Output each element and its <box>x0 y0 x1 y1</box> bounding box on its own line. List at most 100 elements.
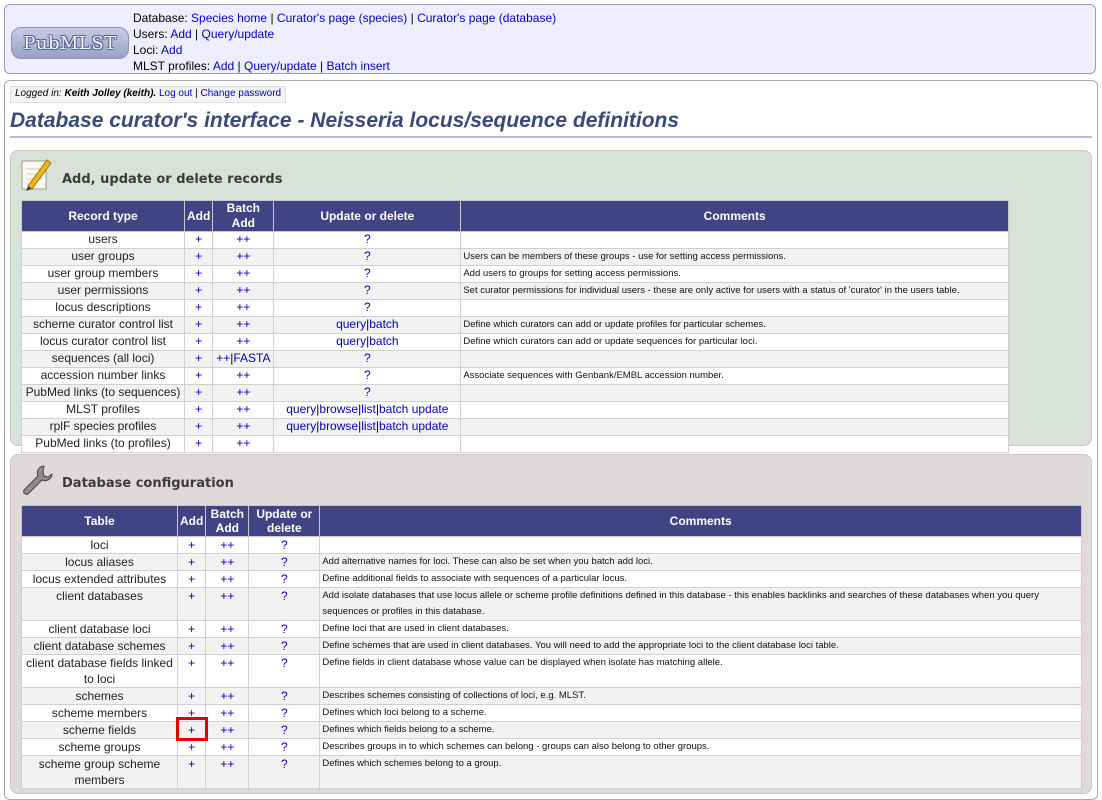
add-loci-link[interactable]: + <box>188 538 195 552</box>
species-home-link[interactable]: Species home <box>191 11 267 25</box>
batch-add-scheme-members-link[interactable]: ++ <box>220 706 234 720</box>
users-add-link[interactable]: Add <box>170 27 191 41</box>
update-delete-link[interactable]: ? <box>364 368 371 382</box>
table-row: client database schemes + ++? Define scheme… <box>21 637 1082 655</box>
add-pubmed-links-to-sequences-link[interactable]: + <box>195 385 202 399</box>
add-scheme-group-scheme-members-link[interactable]: + <box>188 757 195 771</box>
logout-link[interactable]: Log out <box>159 88 192 99</box>
batch--link[interactable]: ++ <box>236 232 250 246</box>
change-password-link[interactable]: Change password <box>201 88 282 99</box>
add-client-databases-link[interactable]: + <box>188 589 195 603</box>
list-link[interactable]: list <box>361 402 376 416</box>
batch-add-client-database-loci-link[interactable]: ++ <box>220 622 234 636</box>
batch-update-link[interactable]: batch update <box>379 402 448 416</box>
add-client-database-loci-link[interactable]: + <box>188 622 195 636</box>
update-delete-scheme-fields-link[interactable]: ? <box>281 723 288 737</box>
add-client-database-schemes-link[interactable]: + <box>188 639 195 653</box>
batch-link[interactable]: batch <box>369 334 398 348</box>
curator-species-link[interactable]: Curator's page (species) <box>277 11 407 25</box>
batch-add-client-databases-link[interactable]: ++ <box>220 589 234 603</box>
batch--link[interactable]: ++ <box>236 283 250 297</box>
add-locus-curator-control-list-link[interactable]: + <box>195 334 202 348</box>
batch-fasta-link[interactable]: FASTA <box>233 351 270 365</box>
batch-add-locus-extended-attributes-link[interactable]: ++ <box>220 572 234 586</box>
update-delete-link[interactable]: ? <box>364 266 371 280</box>
batch-link[interactable]: batch <box>369 317 398 331</box>
update-delete-scheme-group-scheme-members-link[interactable]: ? <box>281 757 288 771</box>
batch--link[interactable]: ++ <box>236 368 250 382</box>
batch--link[interactable]: ++ <box>236 334 250 348</box>
batch--link[interactable]: ++ <box>216 351 230 365</box>
update-delete-link[interactable]: ? <box>364 249 371 263</box>
batch-add-client-database-schemes-link[interactable]: ++ <box>220 639 234 653</box>
batch--link[interactable]: ++ <box>236 317 250 331</box>
batch--link[interactable]: ++ <box>236 266 250 280</box>
update-delete-loci-link[interactable]: ? <box>281 538 288 552</box>
add-user-permissions-link[interactable]: + <box>195 283 202 297</box>
batch-add-schemes-link[interactable]: ++ <box>220 689 234 703</box>
loci-add-link[interactable]: Add <box>161 43 182 57</box>
batch-update-link[interactable]: batch update <box>379 419 448 433</box>
curator-database-link[interactable]: Curator's page (database) <box>417 11 556 25</box>
mlst-add-link[interactable]: Add <box>213 59 234 73</box>
pubmlst-logo[interactable]: PubMLST <box>11 27 129 59</box>
add-scheme-curator-control-list-link[interactable]: + <box>195 317 202 331</box>
update-delete-link[interactable]: ? <box>364 283 371 297</box>
table-row: sequences (all loci) + ++|FASTA? <box>21 350 1009 368</box>
update-delete-link[interactable]: ? <box>364 385 371 399</box>
mlst-query-update-link[interactable]: Query/update <box>244 59 317 73</box>
add-sequences-all-loci-link[interactable]: + <box>195 351 202 365</box>
update-delete-link[interactable]: ? <box>364 232 371 246</box>
update-delete-client-database-fields-linked-to-loci-link[interactable]: ? <box>281 656 288 670</box>
batch-add-loci-link[interactable]: ++ <box>220 538 234 552</box>
add-locus-aliases-link[interactable]: + <box>188 555 195 569</box>
batch--link[interactable]: ++ <box>236 249 250 263</box>
batch--link[interactable]: ++ <box>236 385 250 399</box>
browse-link[interactable]: browse <box>319 402 358 416</box>
update-delete-link[interactable]: ? <box>364 351 371 365</box>
add-accession-number-links-link[interactable]: + <box>195 368 202 382</box>
batch--link[interactable]: ++ <box>236 436 250 450</box>
add-scheme-groups-link[interactable]: + <box>188 740 195 754</box>
add-users-link[interactable]: + <box>195 232 202 246</box>
batch-add-scheme-fields-link[interactable]: ++ <box>220 723 234 737</box>
query-link[interactable]: query <box>336 317 366 331</box>
update-delete-client-database-loci-link[interactable]: ? <box>281 622 288 636</box>
add-rplf-species-profiles-link[interactable]: + <box>195 419 202 433</box>
query-link[interactable]: query <box>286 402 316 416</box>
mlst-batch-insert-link[interactable]: Batch insert <box>327 59 390 73</box>
record-type-accession-number-links: accession number links <box>21 367 185 385</box>
add-pubmed-links-to-profiles-link[interactable]: + <box>195 436 202 450</box>
update-delete-link[interactable]: ? <box>364 300 371 314</box>
add-schemes-link[interactable]: + <box>188 689 195 703</box>
batch--link[interactable]: ++ <box>236 300 250 314</box>
browse-link[interactable]: browse <box>319 419 358 433</box>
table-name-scheme-groups: scheme groups <box>21 738 178 756</box>
batch-add-scheme-groups-link[interactable]: ++ <box>220 740 234 754</box>
add-locus-descriptions-link[interactable]: + <box>195 300 202 314</box>
batch-add-client-database-fields-linked-to-loci-link[interactable]: ++ <box>220 656 234 670</box>
batch--link[interactable]: ++ <box>236 419 250 433</box>
update-delete-client-databases-link[interactable]: ? <box>281 589 288 603</box>
batch-add-locus-aliases-link[interactable]: ++ <box>220 555 234 569</box>
table-row: scheme curator control list + ++ query|batc… <box>21 316 1009 334</box>
add-client-database-fields-linked-to-loci-link[interactable]: + <box>188 656 195 670</box>
query-link[interactable]: query <box>286 419 316 433</box>
update-delete-locus-extended-attributes-link[interactable]: ? <box>281 572 288 586</box>
update-delete-scheme-groups-link[interactable]: ? <box>281 740 288 754</box>
update-delete-locus-aliases-link[interactable]: ? <box>281 555 288 569</box>
update-delete-client-database-schemes-link[interactable]: ? <box>281 639 288 653</box>
batch-add-scheme-group-scheme-members-link[interactable]: ++ <box>220 757 234 771</box>
query-link[interactable]: query <box>336 334 366 348</box>
update-delete-schemes-link[interactable]: ? <box>281 689 288 703</box>
update-delete-scheme-members-link[interactable]: ? <box>281 706 288 720</box>
add-user-group-members-link[interactable]: + <box>195 266 202 280</box>
add-mlst-profiles-link[interactable]: + <box>195 402 202 416</box>
add-user-groups-link[interactable]: + <box>195 249 202 263</box>
comment-text: Associate sequences with Genbank/EMBL ac… <box>460 367 1009 385</box>
list-link[interactable]: list <box>361 419 376 433</box>
batch--link[interactable]: ++ <box>236 402 250 416</box>
add-locus-extended-attributes-link[interactable]: + <box>188 572 195 586</box>
login-prefix: Logged in: <box>15 88 65 99</box>
users-query-update-link[interactable]: Query/update <box>202 27 275 41</box>
